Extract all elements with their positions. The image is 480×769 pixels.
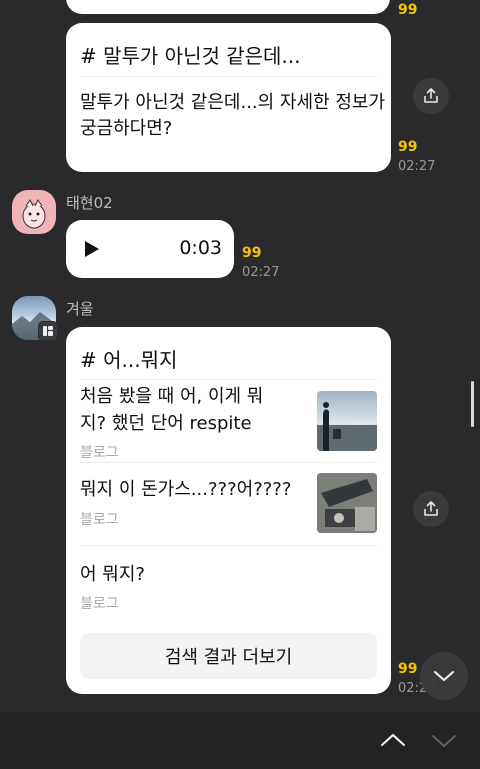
result-source: 블로그: [80, 596, 119, 612]
divider: [80, 76, 377, 77]
unread-count: 99: [398, 139, 418, 155]
result-title-line1: 뭐지 이 돈가스...???어????: [80, 479, 292, 500]
share-icon: [424, 501, 438, 516]
result-thumbnail: [317, 391, 377, 451]
message-time: 02:27: [398, 159, 436, 174]
search-card-bubble[interactable]: # 말투가 아닌것 같은데... 말투가 아닌것 같은데...의 자세한 정보가…: [66, 23, 391, 172]
result-source: 블로그: [80, 445, 119, 461]
voice-duration: 0:03: [179, 237, 222, 259]
unread-count: 99: [242, 245, 262, 261]
avatar-character-icon: [22, 199, 46, 229]
play-icon[interactable]: [84, 240, 100, 258]
share-button[interactable]: [413, 491, 449, 527]
more-results-button[interactable]: 검색 결과 더보기: [80, 633, 377, 679]
avatar[interactable]: [12, 190, 56, 234]
chevron-down-icon[interactable]: [431, 733, 457, 749]
card-title[interactable]: # 어...뭐지: [80, 344, 177, 373]
voice-message-bubble[interactable]: 0:03: [66, 220, 234, 278]
share-button[interactable]: [413, 78, 449, 114]
search-result-item[interactable]: 뭐지 이 돈가스...???어???? 블로그: [66, 463, 391, 545]
card-description-line1[interactable]: 말투가 아닌것 같은데...의 자세한 정보가: [80, 90, 385, 116]
chevron-down-icon: [434, 671, 454, 681]
result-source: 블로그: [80, 512, 119, 528]
card-title[interactable]: # 말투가 아닌것 같은데...: [80, 40, 301, 69]
search-result-item[interactable]: 어 뭐지? 블로그: [66, 546, 391, 628]
scrollbar-thumb[interactable]: [471, 381, 474, 427]
unread-count: 99: [398, 2, 418, 18]
result-title-line2: 지? 했던 단어 respite: [80, 413, 252, 434]
chevron-up-icon[interactable]: [380, 732, 406, 748]
sender-name: 겨울: [66, 300, 94, 318]
search-results-bubble[interactable]: # 어...뭐지 처음 봤을 때 어, 이게 뭐 지? 했던 단어 respit…: [66, 327, 391, 694]
result-title-line1: 어 뭐지?: [80, 564, 145, 585]
result-thumbnail: [317, 473, 377, 533]
scroll-down-button[interactable]: [420, 652, 468, 700]
sender-name: 태현02: [66, 194, 113, 212]
search-result-item[interactable]: 처음 봤을 때 어, 이게 뭐 지? 했던 단어 respite 블로그: [66, 380, 391, 462]
bottom-navigation-bar: [0, 712, 480, 769]
result-title-line1: 처음 봤을 때 어, 이게 뭐: [80, 386, 264, 407]
more-results-label: 검색 결과 더보기: [164, 647, 293, 668]
card-description-line2[interactable]: 궁금하다면?: [80, 116, 172, 142]
previous-message-bubble[interactable]: [66, 0, 390, 14]
message-time: 02:27: [242, 265, 280, 280]
share-icon: [424, 88, 438, 103]
unread-count: 99: [398, 661, 418, 677]
profile-badge-icon: [38, 321, 58, 341]
